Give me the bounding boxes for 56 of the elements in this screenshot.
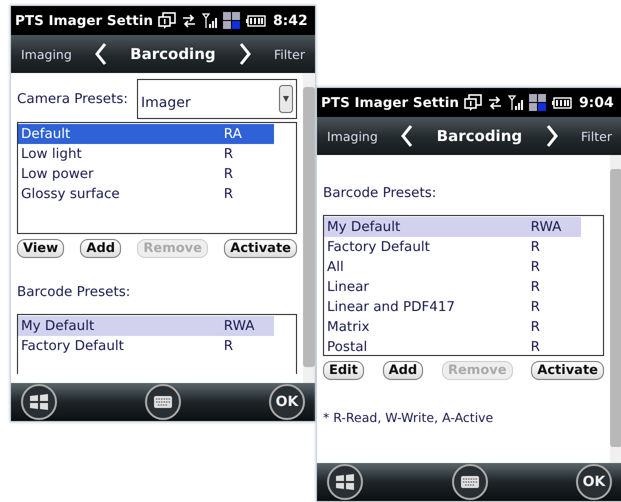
list-row[interactable]: Glossy surface R xyxy=(18,184,274,204)
action-button[interactable]: Activate xyxy=(531,361,604,380)
list-row[interactable]: Low power R xyxy=(18,164,274,184)
action-button[interactable]: Activate xyxy=(224,239,297,258)
keyboard-icon[interactable] xyxy=(145,384,181,420)
ok-button[interactable]: OK xyxy=(269,384,305,420)
next-tab[interactable]: Filter xyxy=(581,128,612,144)
section-label: Barcode Presets: xyxy=(323,184,436,203)
previous-tab[interactable]: Imaging xyxy=(21,46,72,62)
sync-arrows-icon[interactable] xyxy=(180,12,197,28)
list-row[interactable]: Postal R xyxy=(324,337,581,357)
app-title: PTS Imager Settin xyxy=(15,12,153,28)
signal-icon[interactable] xyxy=(508,94,524,110)
list-row[interactable]: My Default RWA xyxy=(324,217,581,237)
next-tab[interactable]: Filter xyxy=(274,46,305,62)
list-row[interactable]: Low light R xyxy=(18,144,274,164)
list-row[interactable]: Matrix R xyxy=(324,317,581,337)
start-button-icon[interactable] xyxy=(21,384,57,420)
chat-icon[interactable] xyxy=(158,12,176,30)
current-tab[interactable]: Barcoding xyxy=(130,45,216,63)
action-button[interactable]: Add xyxy=(80,239,122,258)
list-row[interactable]: Factory Default R xyxy=(324,237,581,257)
sync-arrows-icon[interactable] xyxy=(486,94,503,110)
chevron-left-icon[interactable] xyxy=(94,42,108,66)
app-title: PTS Imager Settin xyxy=(321,94,459,110)
previous-tab[interactable]: Imaging xyxy=(327,128,378,144)
clock: 8:42 xyxy=(272,12,308,28)
start-tiles-icon[interactable] xyxy=(222,12,241,30)
clock: 9:04 xyxy=(578,94,614,110)
preset-dropdown[interactable]: Imager xyxy=(137,79,297,119)
current-tab[interactable]: Barcoding xyxy=(436,127,522,145)
section-label: Barcode Presets: xyxy=(17,283,130,302)
start-button-icon[interactable] xyxy=(327,464,363,500)
chevron-left-icon[interactable] xyxy=(400,124,414,148)
action-button[interactable]: Add xyxy=(382,361,424,380)
list-row[interactable]: Default RA xyxy=(18,124,274,144)
list-row[interactable]: My Default RWA xyxy=(18,316,274,336)
list-row[interactable]: Linear and PDF417 R xyxy=(324,297,581,317)
section-label: Camera Presets: xyxy=(17,90,128,109)
list-row[interactable]: Factory Default R xyxy=(18,336,274,356)
scrollbar[interactable] xyxy=(610,155,621,463)
start-tiles-icon[interactable] xyxy=(528,94,547,112)
battery-icon[interactable] xyxy=(246,14,266,26)
action-button[interactable]: Edit xyxy=(323,361,364,380)
keyboard-icon[interactable] xyxy=(452,464,488,500)
list-row[interactable]: Linear R xyxy=(324,277,581,297)
chat-icon[interactable] xyxy=(464,94,482,112)
list-row[interactable]: All R xyxy=(324,257,581,277)
action-button[interactable]: View xyxy=(17,239,64,258)
chevron-right-icon[interactable] xyxy=(544,124,559,148)
chevron-right-icon[interactable] xyxy=(238,42,252,66)
scrollbar[interactable] xyxy=(303,73,315,383)
signal-icon[interactable] xyxy=(202,12,218,28)
ok-button[interactable]: OK xyxy=(576,464,612,500)
battery-icon[interactable] xyxy=(552,96,572,108)
legend-note: * R-Read, W-Write, A-Active xyxy=(323,410,494,425)
